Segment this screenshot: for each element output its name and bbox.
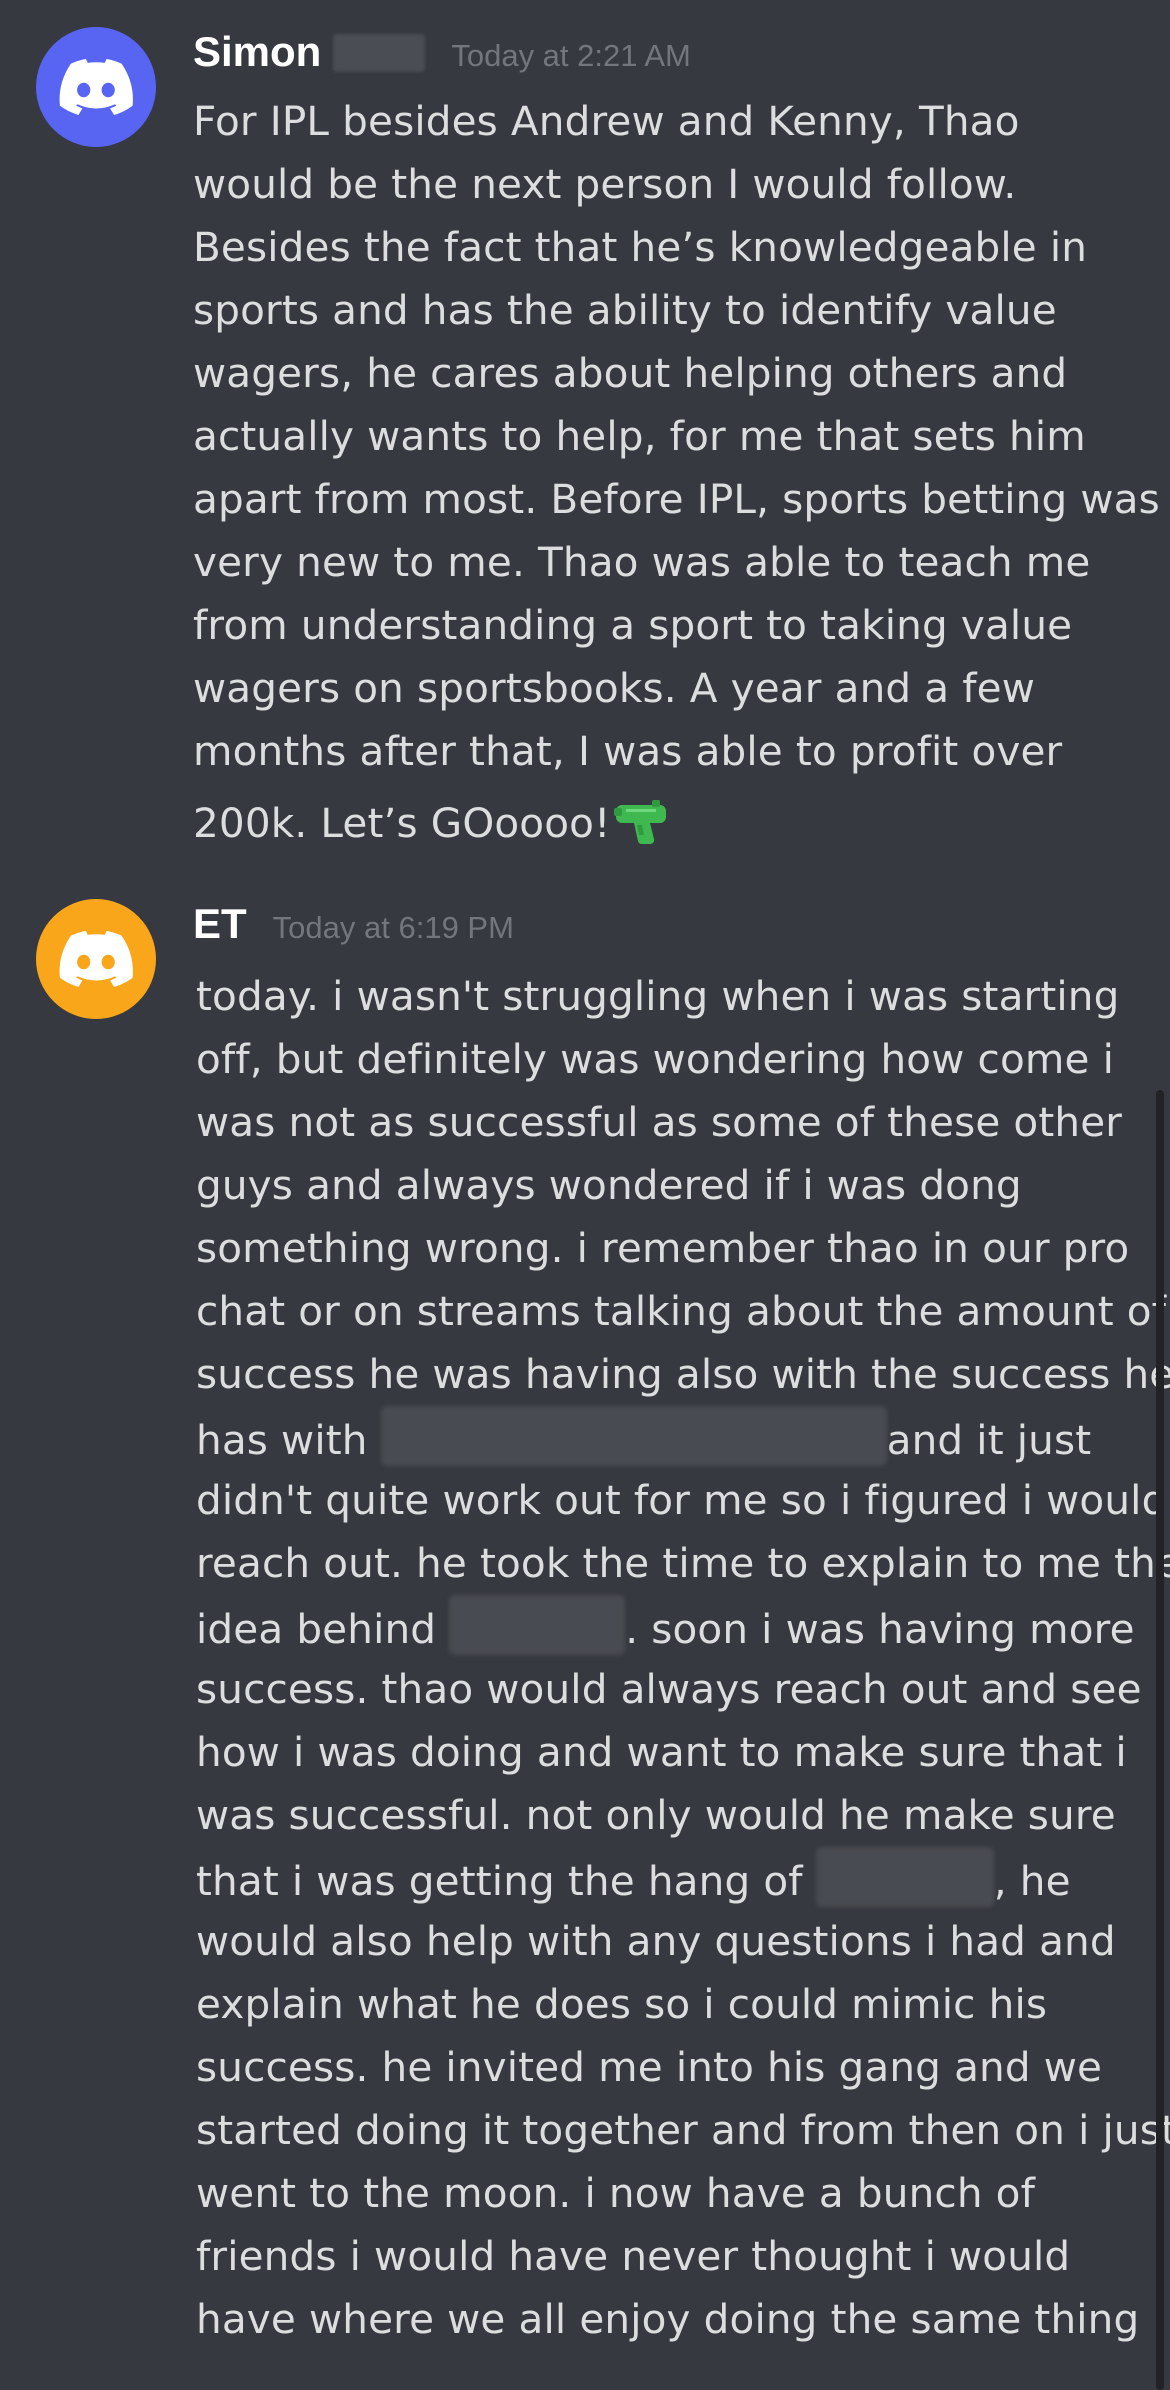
message-line: off, but definitely was wondering how co… — [196, 1035, 1114, 1083]
message-line-text: , he — [993, 1857, 1071, 1905]
message-line: from understanding a sport to taking val… — [193, 601, 1073, 649]
message-line: success. thao would always reach out and… — [196, 1665, 1142, 1713]
redacted-text — [815, 1847, 994, 1907]
message-line: months after that, I was able to profit … — [193, 727, 1063, 775]
discord-logo-icon — [59, 931, 133, 987]
scrollbar[interactable] — [1156, 1090, 1164, 2390]
message-line: apart from most. Before IPL, sports bett… — [193, 475, 1160, 523]
message-line: actually wants to help, for me that sets… — [193, 412, 1086, 460]
message-line-text: idea behind — [196, 1605, 437, 1653]
redacted-name — [333, 34, 426, 72]
message-line: chat or on streams talking about the amo… — [196, 1287, 1167, 1335]
message-line: was not as successful as some of these o… — [196, 1098, 1123, 1146]
water-pistol-icon — [614, 800, 667, 845]
message-line: didn't quite work out for me so i figure… — [196, 1476, 1168, 1524]
message-line-text: . soon i was having more — [625, 1605, 1135, 1653]
message-line-text: 200k. Let’s GOoooo! — [193, 799, 611, 847]
message-line: was successful. not only would he make s… — [196, 1791, 1116, 1839]
message-line: would be the next person I would follow. — [193, 160, 1017, 208]
message-line-text: has with — [196, 1416, 368, 1464]
message-line: today. i wasn't struggling when i was st… — [196, 972, 1120, 1020]
message-line-text: that i was getting the hang of — [196, 1857, 803, 1905]
redacted-text — [380, 1406, 887, 1466]
message-line: Besides the fact that he’s knowledgeable… — [193, 223, 1088, 271]
username[interactable]: Simon — [193, 28, 321, 76]
username[interactable]: ET — [193, 900, 247, 948]
avatar[interactable] — [36, 899, 156, 1019]
avatar[interactable] — [36, 27, 156, 147]
message-line: went to the moon. i now have a bunch of — [196, 2169, 1036, 2217]
message-line: idea behind . soon i was having more — [196, 1595, 1170, 1658]
message-line: would also help with any questions i had… — [196, 1917, 1116, 1965]
discord-logo-icon — [59, 59, 133, 115]
redacted-text — [449, 1595, 626, 1655]
message-line: have where we all enjoy doing the same t… — [196, 2295, 1140, 2343]
message-line: success. he invited me into his gang and… — [196, 2043, 1103, 2091]
message-line: success he was having also with the succ… — [196, 1350, 1170, 1398]
timestamp: Today at 2:21 AM — [451, 38, 691, 73]
message-line: For IPL besides Andrew and Kenny, Thao — [193, 97, 1020, 145]
message-line: very new to me. Thao was able to teach m… — [193, 538, 1091, 586]
message-line: that i was getting the hang of , he — [196, 1847, 1170, 1910]
message-line: how i was doing and want to make sure th… — [196, 1728, 1127, 1776]
message-content: For IPL besides Andrew and Kenny, Thao w… — [193, 90, 1160, 863]
message-line-last: 200k. Let’s GOoooo! — [193, 783, 1160, 863]
message-line: explain what he does so i could mimic hi… — [196, 1980, 1048, 2028]
message-line: friends i would have never thought i wou… — [196, 2232, 1071, 2280]
message-line: guys and always wondered if i was dong — [196, 1161, 1022, 1209]
message-content: today. i wasn't struggling when i was st… — [196, 965, 1170, 2351]
message-line: something wrong. i remember thao in our … — [196, 1224, 1130, 1272]
message-line-text: and it just — [886, 1416, 1092, 1464]
message-line: started doing it together and from then … — [196, 2106, 1170, 2154]
message-line: has with and it just — [196, 1406, 1170, 1469]
message-line: wagers, he cares about helping others an… — [193, 349, 1068, 397]
message-line: reach out. he took the time to explain t… — [196, 1539, 1170, 1587]
timestamp: Today at 6:19 PM — [272, 910, 514, 945]
message-line: wagers on sportsbooks. A year and a few — [193, 664, 1036, 712]
message-line: sports and has the ability to identify v… — [193, 286, 1057, 334]
